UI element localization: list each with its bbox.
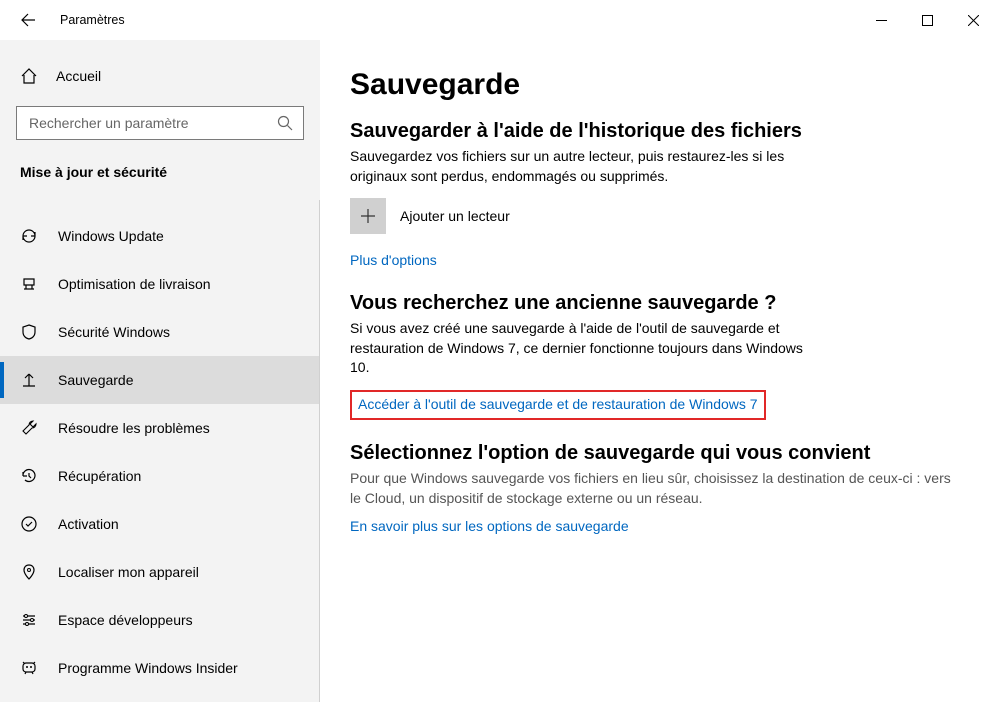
- home-icon: [20, 67, 38, 85]
- arrow-left-icon: [20, 12, 36, 28]
- home-nav[interactable]: Accueil: [0, 56, 320, 96]
- section-file-history-title: Sauvegarder à l'aide de l'historique des…: [350, 120, 956, 143]
- sidebar-item-label: Sauvegarde: [58, 372, 134, 388]
- shield-icon: [20, 323, 38, 341]
- sidebar-item-label: Récupération: [58, 468, 141, 484]
- page-title: Sauvegarde: [350, 68, 956, 102]
- sidebar-item-windows-security[interactable]: Sécurité Windows: [0, 308, 320, 356]
- section-file-history-desc: Sauvegardez vos fichiers sur un autre le…: [350, 147, 820, 186]
- window-title: Paramètres: [60, 13, 125, 27]
- sliders-icon: [20, 611, 38, 629]
- sidebar-item-label: Localiser mon appareil: [58, 564, 199, 580]
- sidebar-item-label: Programme Windows Insider: [58, 660, 238, 676]
- plus-icon: [359, 207, 377, 225]
- sidebar-item-delivery-optimization[interactable]: Optimisation de livraison: [0, 260, 320, 308]
- close-icon: [968, 15, 979, 26]
- sync-icon: [20, 227, 38, 245]
- add-drive-label: Ajouter un lecteur: [400, 208, 510, 224]
- highlight-box: Accéder à l'outil de sauvegarde et de re…: [350, 390, 766, 420]
- sidebar-item-label: Sécurité Windows: [58, 324, 170, 340]
- maximize-icon: [922, 15, 933, 26]
- add-drive-button[interactable]: [350, 198, 386, 234]
- sidebar-divider: [319, 200, 320, 702]
- sidebar-item-windows-update[interactable]: Windows Update: [0, 212, 320, 260]
- section-choose-option-desc: Pour que Windows sauvegarde vos fichiers…: [350, 469, 956, 508]
- sidebar-item-find-my-device[interactable]: Localiser mon appareil: [0, 548, 320, 596]
- location-icon: [20, 563, 38, 581]
- sidebar-item-activation[interactable]: Activation: [0, 500, 320, 548]
- history-icon: [20, 467, 38, 485]
- sidebar-item-troubleshoot[interactable]: Résoudre les problèmes: [0, 404, 320, 452]
- minimize-icon: [876, 15, 887, 26]
- search-input[interactable]: [27, 114, 277, 132]
- sidebar-section-header: Mise à jour et sécurité: [0, 152, 320, 190]
- sidebar-item-label: Résoudre les problèmes: [58, 420, 210, 436]
- more-options-link[interactable]: Plus d'options: [350, 252, 437, 268]
- back-button[interactable]: [8, 0, 48, 40]
- search-icon: [277, 115, 293, 131]
- close-button[interactable]: [950, 5, 996, 35]
- sidebar-item-backup[interactable]: Sauvegarde: [0, 356, 320, 404]
- search-box[interactable]: [16, 106, 304, 140]
- sidebar-item-label: Activation: [58, 516, 119, 532]
- title-bar: Paramètres: [0, 0, 996, 40]
- insider-icon: [20, 659, 38, 677]
- sidebar: Accueil Mise à jour et sécurité Windows …: [0, 40, 320, 702]
- home-label: Accueil: [56, 68, 101, 84]
- sidebar-item-recovery[interactable]: Récupération: [0, 452, 320, 500]
- win7-backup-link[interactable]: Accéder à l'outil de sauvegarde et de re…: [358, 396, 758, 412]
- sidebar-item-label: Optimisation de livraison: [58, 276, 211, 292]
- check-circle-icon: [20, 515, 38, 533]
- maximize-button[interactable]: [904, 5, 950, 35]
- window-controls: [858, 5, 996, 35]
- download-icon: [20, 275, 38, 293]
- sidebar-item-label: Espace développeurs: [58, 612, 193, 628]
- section-choose-option-title: Sélectionnez l'option de sauvegarde qui …: [350, 442, 956, 465]
- section-old-backup-title: Vous recherchez une ancienne sauvegarde …: [350, 292, 956, 315]
- backup-options-link[interactable]: En savoir plus sur les options de sauveg…: [350, 518, 629, 534]
- sidebar-item-label: Windows Update: [58, 228, 164, 244]
- nav-list: Windows Update Optimisation de livraison…: [0, 212, 320, 692]
- minimize-button[interactable]: [858, 5, 904, 35]
- add-drive-row[interactable]: Ajouter un lecteur: [350, 198, 956, 234]
- wrench-icon: [20, 419, 38, 437]
- backup-icon: [20, 371, 38, 389]
- main-content: Sauvegarde Sauvegarder à l'aide de l'his…: [320, 40, 996, 702]
- sidebar-item-windows-insider[interactable]: Programme Windows Insider: [0, 644, 320, 692]
- section-old-backup-desc: Si vous avez créé une sauvegarde à l'aid…: [350, 319, 820, 378]
- sidebar-item-for-developers[interactable]: Espace développeurs: [0, 596, 320, 644]
